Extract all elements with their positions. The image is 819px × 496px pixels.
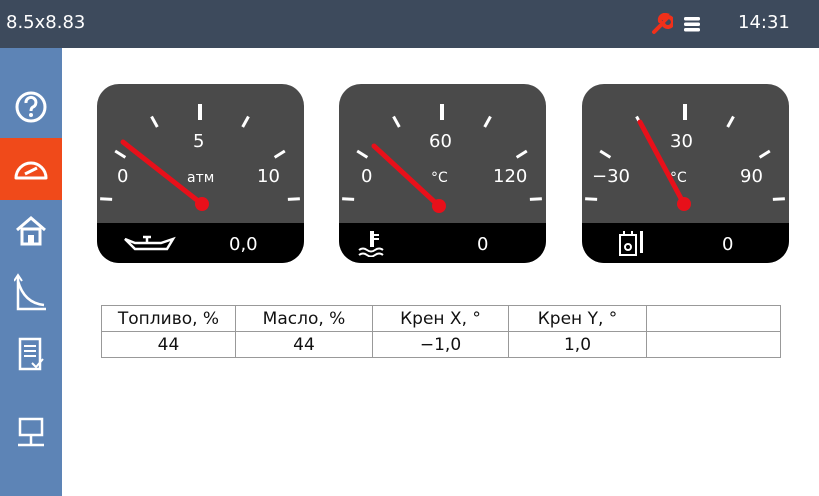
gauge-unit: атм <box>187 170 215 186</box>
oil-temperature-icon <box>619 231 643 256</box>
curve-icon <box>14 273 46 311</box>
gauge-tick <box>342 197 355 201</box>
gauge-coolant-temperature: 0 60 120 °C 0 <box>339 84 546 263</box>
gauge-min-label: 0 <box>361 166 373 187</box>
gauge-tick <box>758 149 771 159</box>
sidebar-item-help[interactable] <box>0 76 62 138</box>
gauge-tick <box>599 149 612 159</box>
gauge-max-label: 90 <box>740 166 763 187</box>
table-header-roll-y: Крен Y, ° <box>508 305 647 332</box>
gauge-oil-pressure: 0 5 10 атм 0,0 <box>97 84 304 263</box>
gauge-max-label: 120 <box>493 166 528 187</box>
table-header-row: Топливо, % Масло, % Крен X, ° Крен Y, ° <box>101 305 781 332</box>
gauge-tick <box>241 115 250 128</box>
gauge-mid-label: 60 <box>429 131 452 152</box>
device-title: 8.5x8.83 <box>6 12 86 33</box>
gauge-readout-bar: 0 <box>339 223 546 263</box>
table-cell-empty <box>646 331 781 358</box>
menu-icon[interactable] <box>683 15 701 33</box>
sidebar-item-home[interactable] <box>0 200 62 262</box>
document-icon <box>18 337 44 371</box>
gauge-value: 0,0 <box>229 234 258 255</box>
gauge-mid-label: 5 <box>193 131 205 152</box>
sidebar-item-network[interactable] <box>0 402 62 464</box>
table-cell-fuel: 44 <box>101 331 236 358</box>
gauge-unit: °C <box>670 170 687 186</box>
network-icon <box>18 417 44 447</box>
gauge-mid-label: 30 <box>670 131 693 152</box>
gauge-tick <box>114 149 127 159</box>
table-cell-roll-x: −1,0 <box>372 331 509 358</box>
gauge-tick <box>483 115 492 128</box>
gauge-tick <box>287 197 300 201</box>
help-icon <box>15 91 47 123</box>
gauge-tick <box>726 115 735 128</box>
gauge-tick <box>585 197 598 201</box>
gauge-tick <box>772 197 785 201</box>
gauge-tick <box>515 149 528 159</box>
table-cell-roll-y: 1,0 <box>508 331 647 358</box>
clock: 14:31 <box>738 12 790 33</box>
gauge-tick <box>150 115 159 128</box>
home-icon <box>16 216 46 246</box>
gauge-tick <box>356 149 369 159</box>
coolant-temperature-icon <box>358 231 384 257</box>
gauge-unit: °C <box>431 170 448 186</box>
gauge-icon <box>14 161 48 180</box>
gauge-min-label: 0 <box>117 166 129 187</box>
sidebar-item-charts[interactable] <box>0 262 62 324</box>
sidebar-item-gauges[interactable] <box>0 138 62 200</box>
gauge-tick <box>529 197 542 201</box>
sidebar <box>0 48 62 496</box>
table-header-roll-x: Крен X, ° <box>372 305 509 332</box>
sidebar-item-documents[interactable] <box>0 324 62 386</box>
table-header-fuel: Топливо, % <box>101 305 236 332</box>
telemetry-table: Топливо, % Масло, % Крен X, ° Крен Y, ° … <box>101 305 781 358</box>
gauge-min-label: −30 <box>592 166 630 187</box>
gauge-max-label: 10 <box>257 166 280 187</box>
gauge-readout-bar: 0 <box>582 223 789 263</box>
table-header-oil: Масло, % <box>235 305 373 332</box>
gauge-oil-temperature: −30 30 90 °C 0 <box>582 84 789 263</box>
table-row: 44 44 −1,0 1,0 <box>101 331 781 358</box>
oil-pressure-icon <box>124 235 176 251</box>
gauge-tick <box>392 115 401 128</box>
gauge-value: 0 <box>477 234 489 255</box>
wrench-icon[interactable] <box>651 13 673 35</box>
gauge-tick <box>100 197 113 201</box>
table-header-empty <box>646 305 781 332</box>
gauge-readout-bar: 0,0 <box>97 223 304 263</box>
table-cell-oil: 44 <box>235 331 373 358</box>
gauge-tick <box>273 149 286 159</box>
top-bar: 8.5x8.83 14:31 <box>0 0 819 48</box>
gauge-value: 0 <box>722 234 734 255</box>
